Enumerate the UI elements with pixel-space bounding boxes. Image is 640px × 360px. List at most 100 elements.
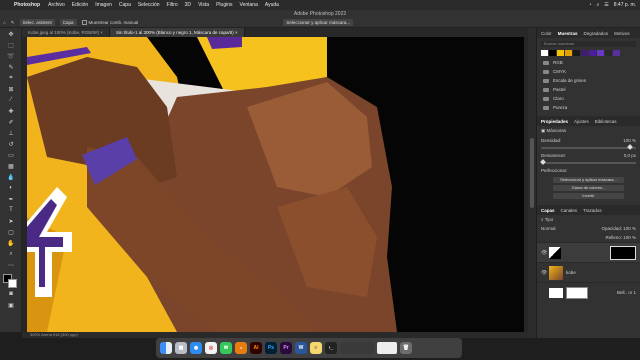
path-select-icon[interactable]: ➤ xyxy=(6,216,16,226)
more-tools-icon[interactable]: ⋯ xyxy=(6,260,16,270)
quick-mask-icon[interactable]: ◙ xyxy=(6,289,16,299)
mask-thumbnail[interactable] xyxy=(610,245,636,260)
dodge-tool-icon[interactable]: ◐ xyxy=(6,183,16,193)
frame-tool-icon[interactable]: ⊠ xyxy=(6,84,16,94)
canvas-area[interactable] xyxy=(22,37,528,332)
select-and-mask-button[interactable]: Seleccionar y aplicar máscara... xyxy=(283,19,354,26)
menu-ventana[interactable]: Ventana xyxy=(240,2,258,8)
brush-tool-icon[interactable]: ✐ xyxy=(6,117,16,127)
visibility-eye-icon[interactable]: 👁 xyxy=(541,270,547,276)
swatch-folder-grayscale[interactable]: Escala de grises xyxy=(537,76,640,85)
menu-filtro[interactable]: Filtro xyxy=(167,2,178,8)
swatch-color[interactable] xyxy=(605,50,612,56)
blend-mode-dropdown[interactable]: Normal xyxy=(541,226,556,231)
minimized-window-2[interactable] xyxy=(377,342,397,354)
swatch-folder-rgb[interactable]: RGB xyxy=(537,58,640,67)
tab-channels[interactable]: Canales xyxy=(561,208,578,213)
tab-paths[interactable]: Trazados xyxy=(583,208,602,213)
hand-tool-icon[interactable]: ✋ xyxy=(6,238,16,248)
gradient-tool-icon[interactable]: ▦ xyxy=(6,161,16,171)
type-tool-icon[interactable]: T xyxy=(6,205,16,215)
menu-edicion[interactable]: Edición xyxy=(72,2,88,8)
menu-plugins[interactable]: Plugins xyxy=(216,2,232,8)
tab-properties[interactable]: Propiedades xyxy=(541,119,568,124)
marquee-tool-icon[interactable]: ⬚ xyxy=(6,40,16,50)
swatch-color[interactable] xyxy=(573,50,580,56)
tab-layers[interactable]: Capas xyxy=(541,208,555,213)
tab-gradients[interactable]: Degradados xyxy=(584,31,609,36)
sample-all-checkbox[interactable]: Muestrear comb. manual xyxy=(81,20,138,26)
eraser-tool-icon[interactable]: ▭ xyxy=(6,150,16,160)
zoom-tool-icon[interactable]: ⌕ xyxy=(6,249,16,259)
messages-icon[interactable]: ✉ xyxy=(220,342,232,354)
quick-selection-tool-icon[interactable]: ✎ xyxy=(6,62,16,72)
minimized-window-1[interactable] xyxy=(340,342,374,354)
trash-icon[interactable]: 🗑 xyxy=(400,342,412,354)
swatch-color[interactable] xyxy=(565,50,572,56)
pen-tool-icon[interactable]: ✒ xyxy=(6,194,16,204)
tab-sin-titulo[interactable]: Sin título-1 al 300% (Blanco y negro 1, … xyxy=(109,28,245,37)
shape-tool-icon[interactable]: ▢ xyxy=(6,227,16,237)
swatch-color[interactable] xyxy=(597,50,604,56)
app-menu[interactable]: Photoshop xyxy=(14,2,40,8)
chrome-icon[interactable]: ◎ xyxy=(205,342,217,354)
swatch-folder-pure[interactable]: Pureza xyxy=(537,103,640,112)
layer-row-kobe[interactable]: 👁 kobe xyxy=(537,262,640,282)
swatch-color[interactable] xyxy=(613,50,620,56)
menu-imagen[interactable]: Imagen xyxy=(95,2,112,8)
swatch-color[interactable] xyxy=(541,50,548,56)
swatches-search-input[interactable]: Buscar muestras xyxy=(541,41,636,47)
premiere-icon[interactable]: Pr xyxy=(280,342,292,354)
stamp-tool-icon[interactable]: ⊥ xyxy=(6,128,16,138)
menubar-clock[interactable]: 8:47 p. m. xyxy=(614,2,636,8)
screen-mode-icon[interactable]: ▣ xyxy=(6,300,16,310)
tab-swatches[interactable]: Muestras xyxy=(558,31,578,36)
menu-seleccion[interactable]: Selección xyxy=(138,2,160,8)
swatch-color[interactable] xyxy=(557,50,564,56)
blur-tool-icon[interactable]: 💧 xyxy=(6,172,16,182)
menu-archivo[interactable]: Archivo xyxy=(48,2,65,8)
swatch-folder-light[interactable]: Claro xyxy=(537,94,640,103)
fill-value[interactable]: 100 % xyxy=(623,235,636,240)
feather-slider[interactable] xyxy=(540,159,636,165)
document-image[interactable] xyxy=(27,37,524,332)
home-icon[interactable]: ⌂ xyxy=(3,20,6,25)
opacity-value[interactable]: 100 % xyxy=(623,226,636,231)
menu-3d[interactable]: 3D xyxy=(185,2,191,8)
tab-libraries[interactable]: Bibliotecas xyxy=(595,119,617,124)
select-and-mask-panel-button[interactable]: Seleccionar y aplicar máscara... xyxy=(553,177,624,183)
eyedropper-tool-icon[interactable]: ⁄ xyxy=(6,95,16,105)
crop-tool-icon[interactable]: ⌗ xyxy=(6,73,16,83)
swatch-color[interactable] xyxy=(581,50,588,56)
color-range-button[interactable]: Gama de colores... xyxy=(553,185,624,191)
history-brush-icon[interactable]: ↺ xyxy=(6,139,16,149)
swatch-color[interactable] xyxy=(549,50,556,56)
terminal-icon[interactable]: ›_ xyxy=(325,342,337,354)
menu-vista[interactable]: Vista xyxy=(198,2,209,8)
launchpad-icon[interactable]: ▦ xyxy=(175,342,187,354)
wifi-icon[interactable]: ◔ xyxy=(588,2,591,8)
swatch-color[interactable] xyxy=(589,50,596,56)
healing-brush-icon[interactable]: ✚ xyxy=(6,106,16,116)
photoshop-icon[interactable]: Ps xyxy=(265,342,277,354)
layer-sample-dropdown[interactable]: Capa xyxy=(59,19,77,26)
menu-ayuda[interactable]: Ayuda xyxy=(265,2,279,8)
tab-color[interactable]: Color xyxy=(541,31,552,36)
color-swatches-icon[interactable] xyxy=(3,274,19,288)
invert-button[interactable]: Invertir xyxy=(553,193,624,199)
layer-row-adjustment[interactable]: 👁 xyxy=(537,242,640,262)
select-subject-dropdown[interactable]: Selec. asistent xyxy=(19,19,55,26)
canvas-scrollbar[interactable] xyxy=(528,28,536,338)
quick-select-icon[interactable]: ✎ xyxy=(11,20,15,26)
swatch-folder-cmyk[interactable]: CMYK xyxy=(537,67,640,76)
move-tool-icon[interactable]: ✥ xyxy=(6,29,16,39)
menu-capa[interactable]: Capa xyxy=(119,2,131,8)
control-center-icon[interactable]: ☰ xyxy=(604,2,608,8)
lasso-tool-icon[interactable]: ➰ xyxy=(6,51,16,61)
search-icon[interactable]: ⌕ xyxy=(596,2,599,8)
tab-adjustments[interactable]: Ajustes xyxy=(574,119,589,124)
word-icon[interactable]: W xyxy=(295,342,307,354)
swatch-folder-pastel[interactable]: Pastel xyxy=(537,85,640,94)
blender-icon[interactable]: ◒ xyxy=(235,342,247,354)
tab-kobe[interactable]: Kobe.jpeg al 100% (Kobe, RGB/8#) × xyxy=(22,28,110,37)
